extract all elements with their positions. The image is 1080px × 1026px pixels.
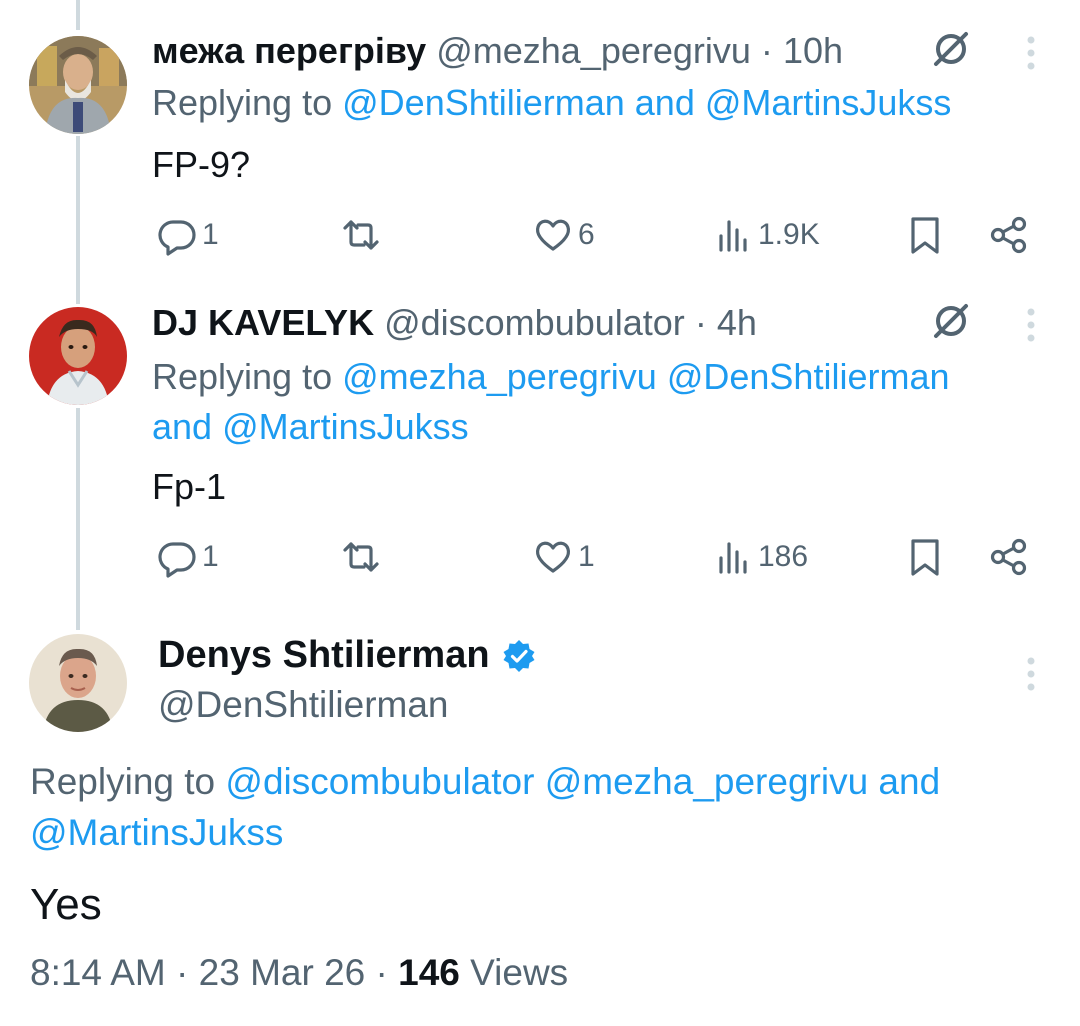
display-name[interactable]: DJ KAVELYK bbox=[152, 302, 374, 343]
replying-prefix: Replying to bbox=[152, 356, 333, 397]
more-icon[interactable] bbox=[1024, 34, 1038, 72]
avatar[interactable] bbox=[29, 36, 127, 134]
separator: · bbox=[375, 952, 388, 993]
like-count: 1 bbox=[578, 540, 595, 573]
share-icon bbox=[990, 538, 1027, 576]
replying-to: Replying to @discombubulator @mezha_pere… bbox=[30, 756, 1040, 858]
reply-count: 1 bbox=[202, 218, 219, 251]
share-button[interactable] bbox=[988, 532, 1030, 582]
repost-icon bbox=[343, 220, 379, 250]
display-name-text[interactable]: Denys Shtilierman bbox=[158, 634, 490, 677]
replying-mentions[interactable]: @discombubulator @mezha_peregrivu and bbox=[225, 761, 940, 802]
verified-badge-icon[interactable] bbox=[502, 639, 536, 673]
display-name[interactable]: Denys Shtilierman bbox=[158, 634, 536, 677]
reply-header: межа перегріву @mezha_peregrivu · 10h bbox=[152, 30, 843, 72]
post-date[interactable]: 23 Mar 26 bbox=[199, 952, 366, 993]
separator: · bbox=[760, 30, 773, 71]
reply-icon bbox=[158, 220, 196, 256]
like-button[interactable]: 1 bbox=[532, 532, 595, 582]
views-button[interactable]: 1.9K bbox=[712, 210, 820, 260]
post-meta: 8:14 AM · 23 Mar 26 · 146 Views bbox=[30, 952, 568, 994]
views-button[interactable]: 186 bbox=[712, 532, 808, 582]
like-count: 6 bbox=[578, 218, 595, 251]
reply-count: 1 bbox=[202, 540, 219, 573]
reply-button[interactable]: 1 bbox=[156, 210, 219, 260]
views-count: 186 bbox=[758, 540, 809, 573]
like-icon bbox=[535, 541, 571, 573]
separator: · bbox=[694, 302, 707, 343]
share-icon bbox=[990, 216, 1027, 254]
thread-line-top bbox=[76, 0, 80, 30]
more-icon[interactable] bbox=[1024, 306, 1038, 344]
avatar[interactable] bbox=[29, 634, 127, 732]
views-icon bbox=[719, 542, 747, 574]
bookmark-button[interactable] bbox=[904, 532, 946, 582]
action-bar: 1 1 186 bbox=[152, 532, 1032, 582]
like-icon bbox=[535, 219, 571, 251]
views-icon bbox=[719, 220, 747, 252]
more-icon[interactable] bbox=[1024, 655, 1038, 693]
grok-icon[interactable] bbox=[930, 300, 972, 342]
replying-mentions[interactable]: @mezha_peregrivu @DenShtilierman bbox=[342, 356, 949, 397]
display-name[interactable]: межа перегріву bbox=[152, 30, 426, 71]
post-text: FP-9? bbox=[152, 144, 251, 185]
replying-mentions-continued[interactable]: @MartinsJukss bbox=[30, 807, 1040, 858]
like-button[interactable]: 6 bbox=[532, 210, 595, 260]
views-count: 1.9K bbox=[758, 218, 820, 251]
repost-button[interactable] bbox=[340, 210, 386, 260]
repost-icon bbox=[343, 542, 379, 572]
reply-icon bbox=[158, 542, 196, 578]
replying-mentions-continued[interactable]: and @MartinsJukss bbox=[152, 402, 1042, 452]
reply-header: DJ KAVELYK @discombubulator · 4h bbox=[152, 302, 757, 344]
action-bar: 1 6 1.9K bbox=[152, 210, 1032, 260]
bookmark-button[interactable] bbox=[904, 210, 946, 260]
post-time[interactable]: 8:14 AM bbox=[30, 952, 166, 993]
thread-line-middle bbox=[76, 136, 80, 304]
share-button[interactable] bbox=[988, 210, 1030, 260]
replying-mentions[interactable]: @DenShtilierman and @MartinsJukss bbox=[342, 82, 951, 123]
handle[interactable]: @mezha_peregrivu bbox=[436, 30, 751, 71]
timestamp[interactable]: 4h bbox=[717, 302, 757, 343]
views-label: Views bbox=[470, 952, 569, 993]
handle[interactable]: @discombubulator bbox=[384, 302, 685, 343]
bookmark-icon bbox=[911, 539, 939, 576]
replying-prefix: Replying to bbox=[30, 761, 216, 802]
separator: · bbox=[176, 952, 189, 993]
thread-line-bottom bbox=[76, 408, 80, 630]
repost-button[interactable] bbox=[340, 532, 386, 582]
replying-to: Replying to @mezha_peregrivu @DenShtilie… bbox=[152, 352, 1042, 452]
avatar[interactable] bbox=[29, 307, 127, 405]
views-count: 146 bbox=[398, 952, 460, 993]
replying-to: Replying to @DenShtilierman and @Martins… bbox=[152, 78, 1042, 128]
post-text: Yes bbox=[30, 880, 102, 929]
grok-icon[interactable] bbox=[930, 28, 972, 70]
timestamp[interactable]: 10h bbox=[783, 30, 843, 71]
bookmark-icon bbox=[911, 217, 939, 254]
handle[interactable]: @DenShtilierman bbox=[158, 684, 449, 726]
post-text: Fp-1 bbox=[152, 466, 227, 507]
replying-prefix: Replying to bbox=[152, 82, 333, 123]
reply-button[interactable]: 1 bbox=[156, 532, 219, 582]
